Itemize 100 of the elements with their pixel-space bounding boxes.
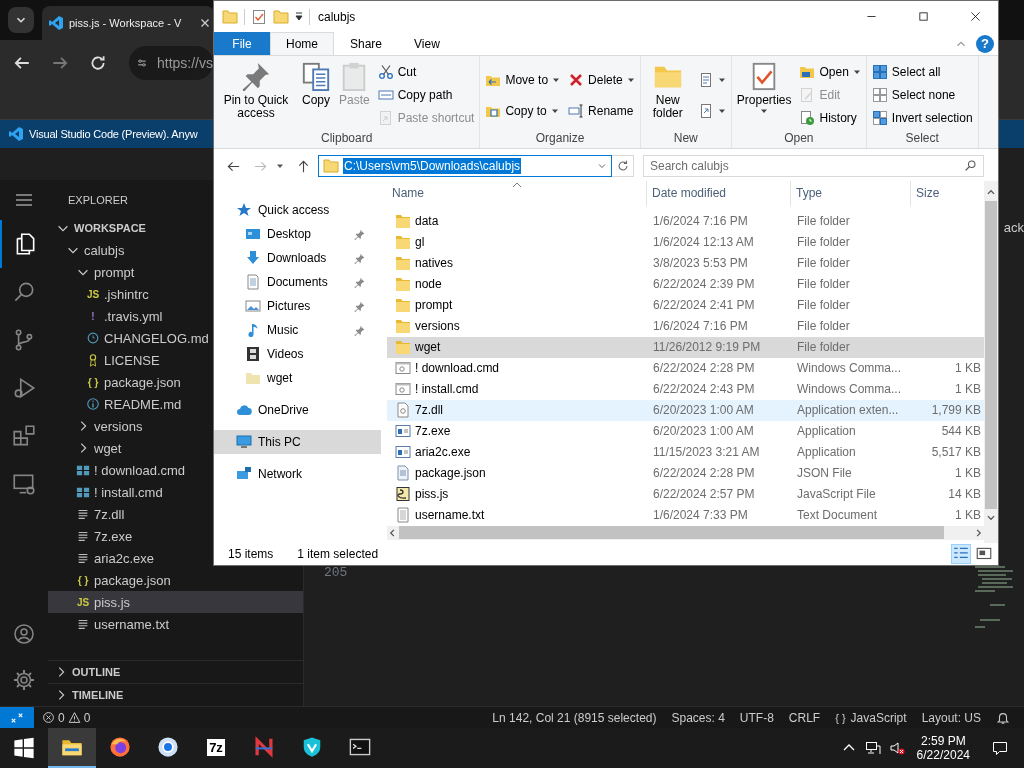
nav-item[interactable]: Quick access — [214, 198, 381, 222]
tree-item[interactable]: aria2c.exe — [48, 547, 158, 569]
muted-speaker-icon[interactable] — [888, 740, 905, 756]
ribbon-button[interactable]: Copy — [299, 59, 333, 107]
ribbon-button[interactable]: Delete — [566, 69, 637, 90]
tree-item[interactable]: ! install.cmd — [48, 481, 167, 503]
tree-item[interactable]: JS .jshintrc — [48, 283, 153, 305]
nav-item[interactable]: Videos — [214, 342, 381, 366]
status-item[interactable]: Spaces: 4 — [671, 710, 725, 725]
tree-item[interactable]: prompt — [48, 261, 139, 283]
tree-item[interactable]: wget — [48, 437, 126, 459]
file-row[interactable]: username.txt 1/6/2024 7:33 PM Text Document 1 KB — [387, 504, 984, 526]
ribbon-button[interactable]: History — [797, 107, 863, 129]
file-row[interactable]: wget 11/26/2012 9:19 PM File folder — [387, 336, 984, 358]
tree-item[interactable]: JS piss.js — [48, 591, 303, 613]
ribbon-button[interactable]: Open — [797, 61, 863, 83]
caret-icon[interactable] — [276, 162, 284, 170]
status-item[interactable]: Ln 142, Col 21 (8915 selected) — [492, 710, 657, 725]
refresh-button[interactable] — [612, 155, 634, 177]
customize-caret-icon[interactable] — [295, 11, 303, 22]
clock[interactable]: 2:59 PM 6/22/2024 — [908, 728, 978, 768]
ribbon-button[interactable]: Select none — [869, 84, 975, 106]
network-icon[interactable] — [864, 740, 881, 756]
tree-item[interactable]: username.txt — [48, 613, 174, 635]
file-row[interactable]: natives 3/8/2023 5:53 PM File folder — [387, 252, 984, 274]
nav-item[interactable]: Pictures — [214, 294, 381, 318]
nav-item[interactable]: OneDrive — [214, 398, 381, 422]
address-field[interactable]: C:\Users\vm5\Downloads\calubjs — [318, 155, 612, 177]
taskbar-app[interactable]: 7z — [192, 728, 240, 768]
file-row[interactable]: aria2c.exe 11/15/2023 3:21 AM Application 5,517 KB — [387, 441, 984, 463]
tree-item[interactable]: CHANGELOG.md — [48, 327, 213, 349]
properties-icon[interactable] — [251, 8, 267, 25]
status-item[interactable]: CRLF — [788, 710, 821, 725]
ribbon-tab[interactable]: File — [214, 32, 270, 55]
file-row[interactable]: 7z.dll 6/20/2023 1:00 AM Application exten... 1,799 KB — [387, 399, 984, 421]
up-arrow-icon[interactable] — [296, 158, 311, 174]
tab-list-button[interactable] — [8, 7, 34, 33]
column-header[interactable]: Type — [791, 181, 911, 206]
tree-item[interactable]: calubjs — [48, 239, 129, 261]
nav-item[interactable]: wget — [214, 366, 381, 390]
nav-item[interactable]: This PC — [214, 430, 381, 454]
ribbon-button[interactable]: Copy path — [375, 84, 477, 106]
file-row[interactable]: piss.js 6/22/2024 2:57 PM JavaScript File 14 KB — [387, 483, 984, 505]
ribbon-button[interactable]: Invert selection — [869, 107, 975, 129]
vertical-scrollbar[interactable] — [984, 181, 998, 543]
bell-icon[interactable] — [996, 710, 1010, 725]
ribbon-tab[interactable]: Home — [270, 32, 334, 55]
tree-item[interactable]: { } package.json — [48, 371, 185, 393]
ribbon-button[interactable]: New folder — [643, 59, 692, 120]
nav-item[interactable]: Downloads — [214, 246, 381, 270]
nav-item[interactable]: Documents — [214, 270, 381, 294]
column-header[interactable]: Date modified — [647, 181, 791, 206]
ribbon-button[interactable]: Pin to Quick access — [217, 59, 295, 120]
ribbon-button[interactable]: Rename — [566, 100, 637, 121]
file-row[interactable]: gl 1/6/2024 12:13 AM File folder — [387, 231, 984, 253]
horizontal-scrollbar[interactable] — [387, 525, 984, 540]
file-row[interactable]: versions 1/6/2024 7:16 PM File folder — [387, 315, 984, 337]
file-row[interactable]: ! install.cmd 6/22/2024 2:43 PM Windows Comma... 1 KB — [387, 378, 984, 400]
tree-item[interactable]: { } package.json — [48, 569, 175, 591]
ribbon-button[interactable]: Select all — [869, 61, 975, 83]
file-row[interactable]: data 1/6/2024 7:16 PM File folder — [387, 210, 984, 232]
ribbon-tab[interactable]: View — [398, 32, 456, 55]
section-header[interactable]: WORKSPACE — [48, 217, 150, 239]
panel-header[interactable]: OUTLINE — [48, 660, 303, 683]
reload-icon[interactable] — [89, 53, 107, 72]
tree-item[interactable]: ! .travis.yml — [48, 305, 167, 327]
column-header[interactable]: Name — [387, 181, 647, 206]
ribbon-button[interactable]: Copy to — [483, 100, 563, 121]
nav-item[interactable]: Music — [214, 318, 381, 342]
file-row[interactable]: ! download.cmd 6/22/2024 2:28 PM Windows Comma... 1 KB — [387, 357, 984, 379]
tree-item[interactable]: 7z.exe — [48, 525, 137, 547]
file-row[interactable]: package.json 6/22/2024 2:28 PM JSON File 1 KB — [387, 462, 984, 484]
status-item[interactable]: Layout: US — [921, 710, 981, 725]
editor-tab[interactable]: ack — [1003, 220, 1024, 235]
search-field[interactable]: Search calubjs — [643, 155, 984, 177]
browser-tab[interactable]: piss.js - Workspace - V — [42, 6, 214, 40]
settings-icon[interactable] — [12, 668, 36, 692]
ribbon-tab[interactable]: Share — [334, 32, 399, 55]
ribbon-button[interactable]: Cut — [375, 61, 477, 83]
help-button[interactable]: ? — [976, 34, 994, 53]
tree-item[interactable]: 7z.dll — [48, 503, 129, 525]
tree-item[interactable]: ! download.cmd — [48, 459, 190, 481]
ribbon-button[interactable]: Move to — [483, 69, 563, 90]
file-row[interactable]: 7z.exe 6/20/2023 1:00 AM Application 544 KB — [387, 420, 984, 442]
status-item[interactable]: UTF-8 — [739, 710, 774, 725]
column-header[interactable]: Size — [911, 181, 983, 206]
nav-item[interactable]: Network — [214, 462, 381, 486]
tree-item[interactable]: LICENSE — [48, 349, 164, 371]
problems-button[interactable]: 0 0 — [34, 710, 91, 725]
file-row[interactable]: node 6/22/2024 2:39 PM File folder — [387, 273, 984, 295]
status-item[interactable]: JavaScript — [850, 710, 907, 725]
ribbon-button[interactable]: Properties — [734, 59, 794, 115]
nav-item[interactable]: Desktop — [214, 222, 381, 246]
tree-item[interactable]: versions — [48, 415, 147, 437]
file-row[interactable]: prompt 6/22/2024 2:41 PM File folder — [387, 294, 984, 316]
notification-icon[interactable] — [992, 740, 1008, 756]
tree-item[interactable]: README.md — [48, 393, 186, 415]
details-view-icon[interactable] — [952, 545, 970, 563]
address-bar[interactable]: https://vs — [129, 45, 213, 80]
taskbar-app[interactable] — [48, 728, 96, 768]
